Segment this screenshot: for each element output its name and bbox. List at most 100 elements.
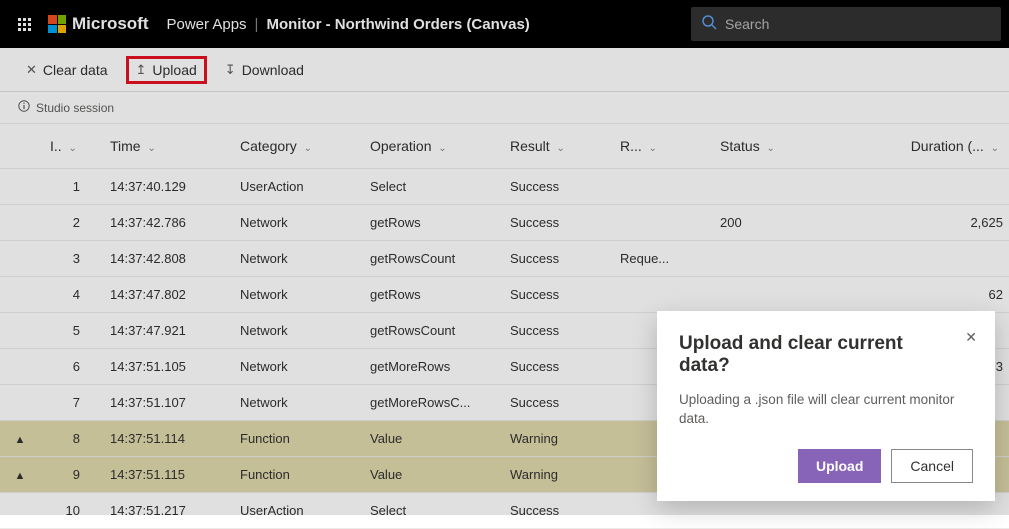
col-category[interactable]: Category ⌄ xyxy=(230,124,360,169)
cell-result: Success xyxy=(500,385,610,421)
cell-category: Network xyxy=(230,205,360,241)
cell-result: Success xyxy=(500,349,610,385)
cell-id: 7 xyxy=(40,385,100,421)
cell-time: 14:37:40.129 xyxy=(100,169,230,205)
dialog-body: Uploading a .json file will clear curren… xyxy=(679,391,973,429)
cell-r xyxy=(610,205,710,241)
col-duration[interactable]: Duration (... ⌄ xyxy=(820,124,1009,169)
cell-id: 8 xyxy=(40,421,100,457)
cell-result: Success xyxy=(500,277,610,313)
cell-time: 14:37:42.786 xyxy=(100,205,230,241)
close-icon: ✕ xyxy=(26,62,37,78)
cell-result: Success xyxy=(500,493,610,529)
cell-category: Network xyxy=(230,241,360,277)
cell-r: Reque... xyxy=(610,241,710,277)
clear-data-label: Clear data xyxy=(43,62,108,78)
col-time[interactable]: Time ⌄ xyxy=(100,124,230,169)
upload-dialog: ✕ Upload and clear current data? Uploadi… xyxy=(657,311,995,501)
cell-r xyxy=(610,277,710,313)
download-button[interactable]: ↧ Download xyxy=(215,56,314,84)
dialog-upload-button[interactable]: Upload xyxy=(798,449,881,483)
cell-id: 1 xyxy=(40,169,100,205)
table-row[interactable]: 114:37:40.129UserActionSelectSuccess xyxy=(0,169,1009,205)
cell-operation: getRows xyxy=(360,277,500,313)
cell-time: 14:37:51.114 xyxy=(100,421,230,457)
col-result[interactable]: Result ⌄ xyxy=(500,124,610,169)
warning-icon: ▲ xyxy=(15,434,26,446)
breadcrumb-separator: | xyxy=(255,16,259,33)
cell-operation: Select xyxy=(360,169,500,205)
cell-time: 14:37:51.105 xyxy=(100,349,230,385)
cell-id: 9 xyxy=(40,457,100,493)
download-icon: ↧ xyxy=(225,62,236,78)
cell-r xyxy=(610,169,710,205)
command-bar: ✕ Clear data ↥ Upload ↧ Download xyxy=(0,48,1009,92)
cell-duration: 2,625 xyxy=(820,205,1009,241)
cell-id: 4 xyxy=(40,277,100,313)
breadcrumb-context: Monitor - Northwind Orders (Canvas) xyxy=(266,16,529,33)
cell-operation: Value xyxy=(360,421,500,457)
cell-status: 200 xyxy=(710,205,820,241)
search-icon xyxy=(701,14,717,35)
cell-operation: getMoreRows xyxy=(360,349,500,385)
session-label: Studio session xyxy=(36,101,114,115)
cell-category: Network xyxy=(230,349,360,385)
dialog-cancel-button[interactable]: Cancel xyxy=(891,449,973,483)
cell-duration: 62 xyxy=(820,277,1009,313)
col-id[interactable]: I.. ⌄ xyxy=(40,124,100,169)
cell-operation: getRows xyxy=(360,205,500,241)
cell-id: 5 xyxy=(40,313,100,349)
chevron-down-icon: ⌄ xyxy=(435,143,446,154)
cell-category: UserAction xyxy=(230,493,360,529)
chevron-down-icon: ⌄ xyxy=(301,143,312,154)
dialog-close-button[interactable]: ✕ xyxy=(965,329,977,346)
cell-operation: getRowsCount xyxy=(360,241,500,277)
cell-operation: getRowsCount xyxy=(360,313,500,349)
chevron-down-icon: ⌄ xyxy=(66,143,77,154)
cell-category: UserAction xyxy=(230,169,360,205)
brand-text: Microsoft xyxy=(72,14,149,34)
table-header-row: I.. ⌄ Time ⌄ Category ⌄ Operation ⌄ Resu… xyxy=(0,124,1009,169)
cell-time: 14:37:51.107 xyxy=(100,385,230,421)
col-warn xyxy=(0,124,40,169)
breadcrumb: Power Apps | Monitor - Northwind Orders … xyxy=(167,16,530,33)
app-launcher-icon[interactable] xyxy=(8,8,40,40)
download-label: Download xyxy=(242,62,304,78)
table-row[interactable]: 214:37:42.786NetworkgetRowsSuccess2002,6… xyxy=(0,205,1009,241)
cell-category: Network xyxy=(230,385,360,421)
info-icon xyxy=(18,100,30,115)
chevron-down-icon: ⌄ xyxy=(145,143,156,154)
chevron-down-icon: ⌄ xyxy=(646,143,657,154)
cell-result: Warning xyxy=(500,421,610,457)
search-input[interactable] xyxy=(725,16,991,32)
dialog-title: Upload and clear current data? xyxy=(679,333,973,377)
cell-category: Network xyxy=(230,313,360,349)
col-status[interactable]: Status ⌄ xyxy=(710,124,820,169)
cell-duration xyxy=(820,241,1009,277)
cell-category: Function xyxy=(230,421,360,457)
table-row[interactable]: 414:37:47.802NetworkgetRowsSuccess62 xyxy=(0,277,1009,313)
cell-result: Success xyxy=(500,241,610,277)
cell-status xyxy=(710,241,820,277)
top-bar: Microsoft Power Apps | Monitor - Northwi… xyxy=(0,0,1009,48)
clear-data-button[interactable]: ✕ Clear data xyxy=(16,56,118,84)
cell-time: 14:37:42.808 xyxy=(100,241,230,277)
cell-status xyxy=(710,169,820,205)
table-row[interactable]: 314:37:42.808NetworkgetRowsCountSuccessR… xyxy=(0,241,1009,277)
cell-operation: getMoreRowsC... xyxy=(360,385,500,421)
chevron-down-icon: ⌄ xyxy=(764,143,775,154)
upload-icon: ↥ xyxy=(136,62,147,78)
cell-duration xyxy=(820,169,1009,205)
cell-time: 14:37:51.217 xyxy=(100,493,230,529)
cell-id: 6 xyxy=(40,349,100,385)
col-operation[interactable]: Operation ⌄ xyxy=(360,124,500,169)
col-r[interactable]: R... ⌄ xyxy=(610,124,710,169)
cell-id: 3 xyxy=(40,241,100,277)
dialog-actions: Upload Cancel xyxy=(679,449,973,483)
upload-button[interactable]: ↥ Upload xyxy=(126,56,207,84)
cell-operation: Select xyxy=(360,493,500,529)
breadcrumb-app[interactable]: Power Apps xyxy=(167,16,247,33)
cell-result: Success xyxy=(500,313,610,349)
search-box[interactable] xyxy=(691,7,1001,41)
upload-label: Upload xyxy=(152,62,196,78)
